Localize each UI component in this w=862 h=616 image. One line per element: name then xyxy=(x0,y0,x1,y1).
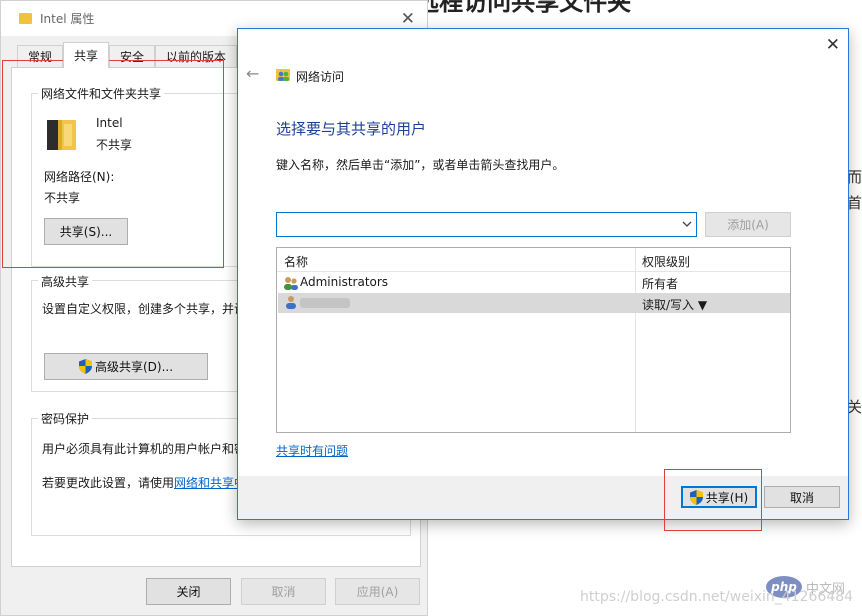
password-protection-change-text: 若要更改此设置，请使用网络和共享中 xyxy=(42,474,246,491)
back-arrow-icon[interactable]: ← xyxy=(246,64,259,83)
cancel-button-label: 取消 xyxy=(271,585,296,599)
close-icon[interactable]: ✕ xyxy=(826,35,840,55)
close-button[interactable]: 关闭 xyxy=(146,578,231,605)
users-list[interactable]: 名称 权限级别 Administrators 所有者 读取/写入 ▼ xyxy=(276,247,791,433)
dialog-instructions: 键入名称，然后单击“添加”，或者单击箭头查找用户。 xyxy=(276,158,565,172)
advanced-sharing-button-label: 高级共享(D)... xyxy=(94,360,174,374)
apply-button[interactable]: 应用(A) xyxy=(335,578,420,605)
user-permission: 所有者 xyxy=(642,277,679,291)
apply-button-label: 应用(A) xyxy=(356,585,399,599)
users-list-header xyxy=(277,248,790,272)
close-icon[interactable]: ✕ xyxy=(401,9,415,29)
user-icon xyxy=(286,296,296,309)
password-protection-text: 用户必须具有此计算机的用户帐户和密 xyxy=(42,442,247,456)
add-button[interactable]: 添加(A) xyxy=(705,212,791,237)
column-divider xyxy=(635,248,636,432)
tab-sharing[interactable]: 共享 xyxy=(63,42,109,68)
close-button-label: 关闭 xyxy=(176,585,201,599)
password-protection-group-label: 密码保护 xyxy=(38,410,93,427)
chevron-down-icon[interactable] xyxy=(682,216,692,235)
dialog-heading: 选择要与其共享的用户 xyxy=(276,120,427,138)
advanced-sharing-description: 设置自定义权限，创建多个共享，并设 xyxy=(42,302,247,316)
user-name: Administrators xyxy=(300,275,389,289)
watermark-url: https://blog.csdn.net/weixin_41266484 xyxy=(580,589,854,605)
cancel-button[interactable]: 取消 xyxy=(241,578,326,605)
users-group-icon xyxy=(284,277,298,290)
background-text-fragment: 首 xyxy=(846,194,862,212)
folder-icon xyxy=(19,13,32,24)
uac-shield-icon xyxy=(78,359,92,374)
sharing-help-link[interactable]: 共享时有问题 xyxy=(276,442,348,459)
add-button-label: 添加(A) xyxy=(727,218,769,232)
dialog-title: 网络访问 xyxy=(296,70,345,84)
column-header-name[interactable]: 名称 xyxy=(284,253,308,270)
network-users-icon xyxy=(276,69,290,81)
annotation-highlight-box xyxy=(664,469,762,531)
permission-level-dropdown[interactable]: 读取/写入 ▼ xyxy=(642,296,707,313)
user-name-combobox[interactable] xyxy=(276,212,697,237)
advanced-sharing-button[interactable]: 高级共享(D)... xyxy=(44,353,208,380)
dialog-cancel-button[interactable]: 取消 xyxy=(764,486,840,508)
network-access-dialog: ✕ ← 网络访问 选择要与其共享的用户 键入名称，然后单击“添加”，或者单击箭头… xyxy=(237,28,849,520)
column-header-permission[interactable]: 权限级别 xyxy=(642,253,690,270)
redacted-user-name xyxy=(300,298,350,308)
network-sharing-center-link[interactable]: 网络和共享中 xyxy=(174,476,246,490)
annotation-highlight-box xyxy=(2,60,224,268)
password-change-prefix: 若要更改此设置，请使用 xyxy=(42,476,175,490)
background-text-fragment: 而 xyxy=(846,168,862,186)
advanced-sharing-group-label: 高级共享 xyxy=(38,273,93,290)
table-row-selected[interactable]: 读取/写入 ▼ xyxy=(278,293,790,313)
properties-window-title: Intel 属性 xyxy=(40,12,95,26)
dialog-cancel-button-label: 取消 xyxy=(789,490,814,505)
